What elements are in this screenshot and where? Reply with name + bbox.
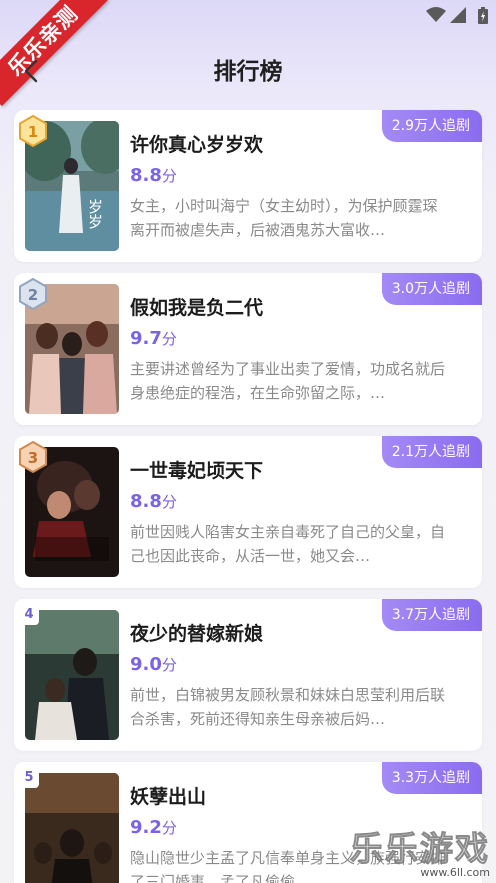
- drama-title[interactable]: 夜少的替嫁新娘: [130, 619, 263, 646]
- drama-description: 前世因贱人陷害女主亲自毒死了自己的父皇，自己也因此丧命，从活一世，她又会…: [130, 523, 446, 565]
- drama-description: 主要讲述曾经为了事业出卖了爱情，功成名就后身患绝症的程浩，在生命弥留之际，…: [130, 360, 446, 402]
- site-watermark: 乐乐游戏 www.6ll.com: [340, 829, 491, 881]
- drama-score: 9.2分: [130, 817, 177, 838]
- drama-description: 女主，小时叫海宁（女主幼时），为保护顾霆琛离开而被虐失声，后被酒鬼苏大富收…: [130, 197, 438, 239]
- drama-title[interactable]: 假如我是负二代: [130, 293, 263, 320]
- drama-description: 前世，白锦被男友顾秋景和妹妹白思莹利用后联合杀害，死前还得知亲生母亲被后妈…: [130, 686, 446, 728]
- drama-title[interactable]: 妖孽出山: [130, 782, 206, 809]
- watermark-url: www.6ll.com: [420, 866, 490, 879]
- rank-2-badge-icon: 2: [19, 278, 47, 310]
- cover-image[interactable]: [25, 610, 119, 740]
- drama-score: 9.0分: [130, 654, 177, 675]
- battery-icon: [478, 7, 488, 24]
- svg-text:3: 3: [28, 449, 38, 467]
- ranking-card[interactable]: 2 3.0万人追剧 假如我是负二代 9.7分 主要讲述曾经为了事业出卖了爱情，功…: [14, 273, 482, 425]
- svg-text:1: 1: [28, 123, 38, 141]
- svg-text:2: 2: [28, 286, 38, 304]
- drama-score: 8.8分: [130, 165, 177, 186]
- page-title: 排行榜: [213, 59, 283, 85]
- ranking-card[interactable]: 3 2.1万人追剧 一世毒妃顷天下 8.8分 前世因贱人陷害女主亲自毒死了自己的…: [14, 436, 482, 588]
- followers-tag: 3.7万人追剧: [381, 599, 482, 631]
- rank-3-badge-icon: 3: [19, 441, 47, 473]
- followers-tag: 2.1万人追剧: [381, 436, 482, 468]
- followers-tag: 3.0万人追剧: [381, 273, 482, 305]
- watermark-text: 乐乐游戏: [350, 829, 490, 868]
- followers-tag: 2.9万人追剧: [381, 110, 482, 142]
- rank-number: 4: [19, 605, 39, 625]
- followers-tag: 3.3万人追剧: [381, 762, 482, 794]
- svg-text:岁岁: 岁岁: [86, 199, 104, 229]
- cover-image[interactable]: [25, 773, 119, 883]
- drama-title[interactable]: 一世毒妃顷天下: [130, 456, 263, 483]
- ranking-card[interactable]: 岁岁 1 2.9万人追剧 许你真心岁岁欢 8.8分 女主，小时叫海宁（女主幼时）…: [14, 110, 482, 262]
- wifi-icon: [426, 7, 446, 22]
- corner-banner: 乐乐亲测: [0, 0, 109, 107]
- rank-number: 5: [19, 768, 39, 788]
- cell-signal-icon: [450, 7, 466, 23]
- status-bar: [386, 0, 496, 34]
- ranking-card[interactable]: 4 3.7万人追剧 夜少的替嫁新娘 9.0分 前世，白锦被男友顾秋景和妹妹白思莹…: [14, 599, 482, 751]
- drama-score: 8.8分: [130, 491, 177, 512]
- drama-score: 9.7分: [130, 328, 177, 349]
- ranking-list: 岁岁 1 2.9万人追剧 许你真心岁岁欢 8.8分 女主，小时叫海宁（女主幼时）…: [14, 110, 482, 883]
- drama-title[interactable]: 许你真心岁岁欢: [130, 130, 263, 157]
- rank-1-badge-icon: 1: [19, 115, 47, 147]
